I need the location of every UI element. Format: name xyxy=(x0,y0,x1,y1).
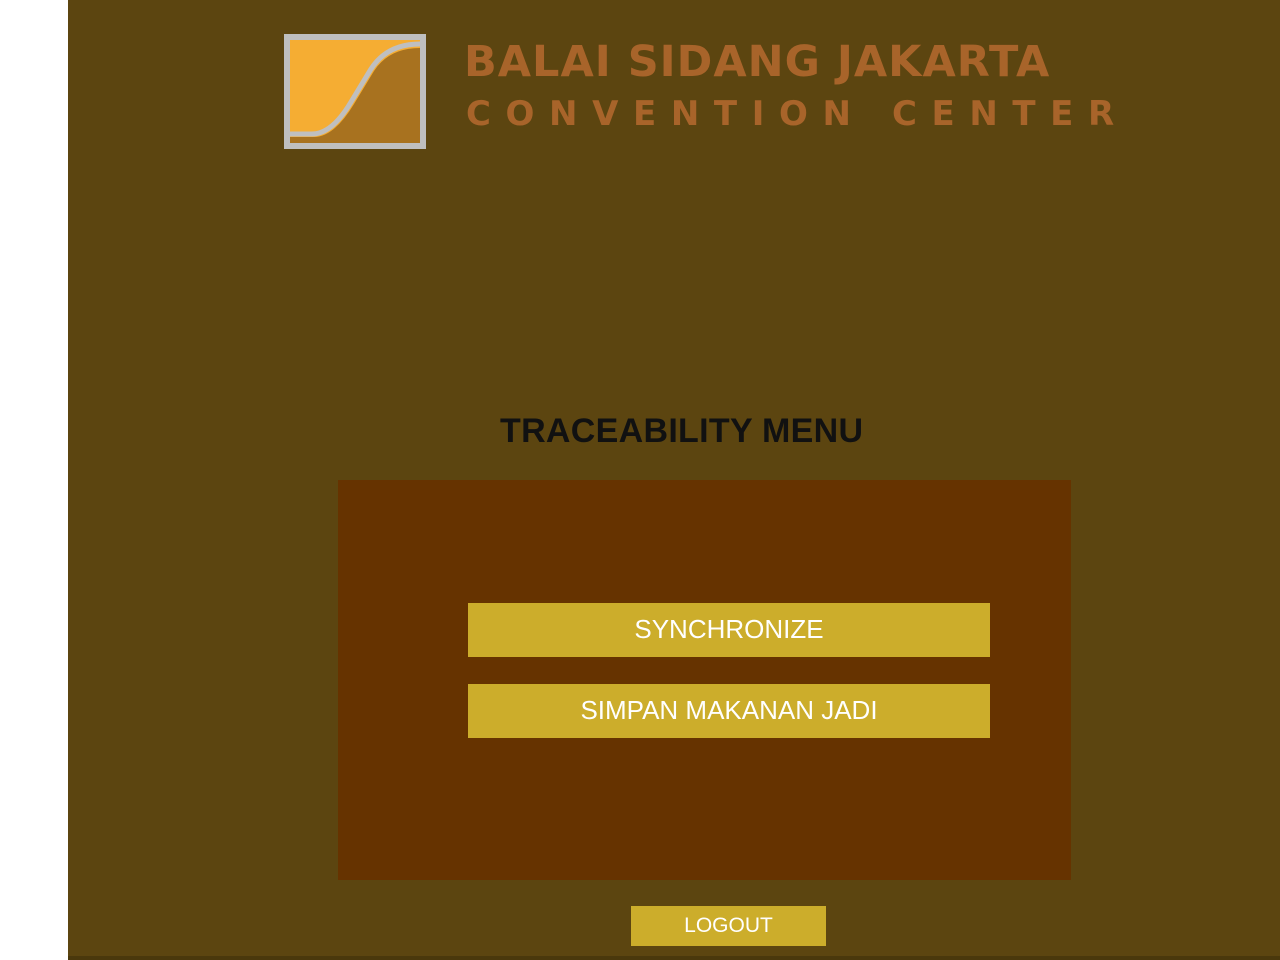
jcc-logo-icon xyxy=(284,34,426,149)
brand-logo: BALAI SIDANG JAKARTA CONVENTION CENTER xyxy=(284,34,1164,150)
logout-button[interactable]: LOGOUT xyxy=(631,906,826,946)
simpan-makanan-jadi-button[interactable]: SIMPAN MAKANAN JADI xyxy=(468,684,990,738)
page-title: TRACEABILITY MENU xyxy=(500,412,864,450)
brand-subtitle: CONVENTION CENTER xyxy=(466,94,1129,134)
app-window: BALAI SIDANG JAKARTA CONVENTION CENTER T… xyxy=(68,0,1280,960)
menu-panel: SYNCHRONIZE SIMPAN MAKANAN JADI xyxy=(338,480,1071,880)
synchronize-button[interactable]: SYNCHRONIZE xyxy=(468,603,990,657)
bottom-divider xyxy=(68,956,1280,960)
brand-name: BALAI SIDANG JAKARTA xyxy=(464,37,1051,87)
